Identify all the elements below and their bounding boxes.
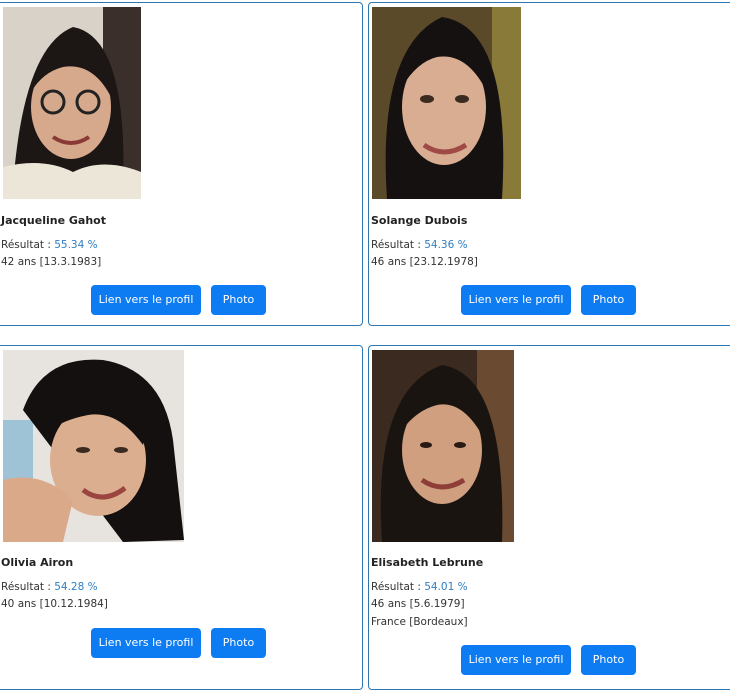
- age-birthdate: 40 ans [10.12.1984]: [1, 598, 108, 610]
- result-line: Résultat : 55.34 %: [1, 239, 98, 251]
- age-birthdate: 46 ans [23.12.1978]: [371, 256, 478, 268]
- photo-button[interactable]: Photo: [581, 285, 636, 315]
- result-score: 55.34 %: [54, 239, 98, 251]
- result-score: 54.36 %: [424, 239, 468, 251]
- result-line: Résultat : 54.28 %: [1, 581, 98, 593]
- result-label: Résultat :: [1, 581, 51, 593]
- profile-name: Solange Dubois: [371, 214, 468, 227]
- profile-link-button[interactable]: Lien vers le profil: [461, 285, 571, 315]
- profile-photo: [3, 7, 141, 199]
- profile-name: Elisabeth Lebrune: [371, 556, 484, 569]
- photo-button[interactable]: Photo: [581, 645, 636, 675]
- profile-link-button[interactable]: Lien vers le profil: [91, 628, 201, 658]
- profile-name: Olivia Airon: [1, 556, 74, 569]
- profile-card: Jacqueline Gahot Résultat : 55.34 % 42 a…: [0, 2, 363, 326]
- result-label: Résultat :: [371, 239, 421, 251]
- result-line: Résultat : 54.01 %: [371, 581, 468, 593]
- result-score: 54.28 %: [54, 581, 98, 593]
- profile-card: Olivia Airon Résultat : 54.28 % 40 ans […: [0, 345, 363, 690]
- result-score: 54.01 %: [424, 581, 468, 593]
- profile-photo: [372, 350, 514, 542]
- photo-button[interactable]: Photo: [211, 628, 266, 658]
- result-label: Résultat :: [371, 581, 421, 593]
- result-label: Résultat :: [1, 239, 51, 251]
- profile-name: Jacqueline Gahot: [1, 214, 106, 227]
- profile-card: Elisabeth Lebrune Résultat : 54.01 % 46 …: [368, 345, 730, 690]
- profile-card: Solange Dubois Résultat : 54.36 % 46 ans…: [368, 2, 730, 326]
- profile-link-button[interactable]: Lien vers le profil: [91, 285, 201, 315]
- location: France [Bordeaux]: [371, 616, 468, 628]
- profile-link-button[interactable]: Lien vers le profil: [461, 645, 571, 675]
- result-line: Résultat : 54.36 %: [371, 239, 468, 251]
- photo-button[interactable]: Photo: [211, 285, 266, 315]
- profile-photo: [3, 350, 184, 542]
- age-birthdate: 46 ans [5.6.1979]: [371, 598, 465, 610]
- age-birthdate: 42 ans [13.3.1983]: [1, 256, 102, 268]
- profile-photo: [372, 7, 521, 199]
